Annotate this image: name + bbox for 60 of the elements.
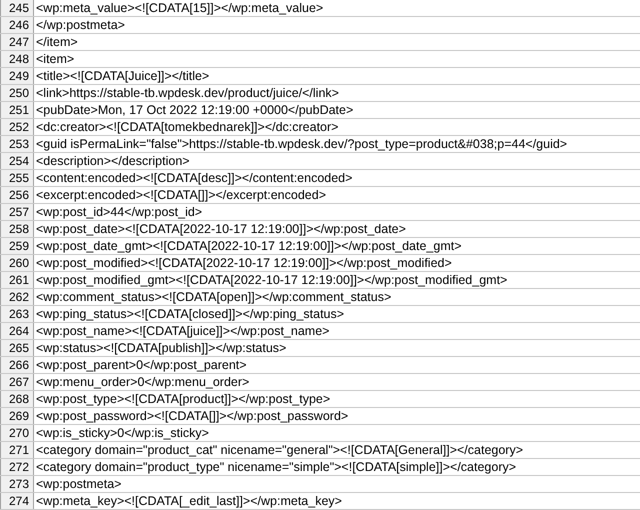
row-number: 251 (0, 102, 34, 118)
table-cell-text: <wp:post_modified><![CDATA[2022-10-17 12:19:00]]></wp:post_modified> (35, 255, 453, 271)
row-number: 271 (0, 442, 34, 458)
table-cell-text: <category domain="product_cat" nicename="general"><![CDATA[General]]></category> (35, 442, 524, 458)
table-cell-text: <wp:comment_status><![CDATA[open]]></wp:comment_status> (35, 289, 392, 305)
table-cell-text: <wp:ping_status><![CDATA[closed]]></wp:ping_status> (35, 306, 346, 322)
table-cell-text: <wp:post_modified_gmt><![CDATA[2022-10-17 12:19:00]]></wp:post_modified_gmt> (35, 272, 508, 288)
row-number: 273 (0, 476, 34, 492)
table-cell-text: <wp:post_date><![CDATA[2022-10-17 12:19:00]]></wp:post_date> (35, 221, 407, 237)
row-number: 247 (0, 34, 34, 50)
row-number: 268 (0, 391, 34, 407)
table-cell-text: </wp:postmeta> (35, 17, 126, 33)
row-number: 265 (0, 340, 34, 356)
table-cell-text: <wp:post_parent>0</wp:post_parent> (35, 357, 248, 373)
row-number: 261 (0, 272, 34, 288)
table-cell-text: <wp:post_date_gmt><![CDATA[2022-10-17 12:19:00]]></wp:post_date_gmt> (35, 238, 463, 254)
row-number: 254 (0, 153, 34, 169)
table-cell-text: <wp:post_type><![CDATA[product]]></wp:post_type> (35, 391, 332, 407)
table-cell-text: <wp:meta_key><![CDATA[_edit_last]]></wp:meta_key> (35, 493, 343, 509)
row-number: 267 (0, 374, 34, 390)
row-number: 248 (0, 51, 34, 67)
table-cell-text: <dc:creator><![CDATA[tomekbednarek]]></dc:creator> (35, 119, 340, 135)
row-number: 257 (0, 204, 34, 220)
table-cell-text: </item> (35, 34, 79, 50)
table-cell-text: <wp:post_password><![CDATA[]]></wp:post_password> (35, 408, 350, 424)
row-number: 262 (0, 289, 34, 305)
table-cell-text: <guid isPermaLink="false">https://stable-tb.wpdesk.dev/?post_type=product&#038;p=44</guid> (35, 136, 568, 152)
row-number: 274 (0, 493, 34, 509)
table-cell-text: <wp:status><![CDATA[publish]]></wp:status> (35, 340, 288, 356)
row-number: 270 (0, 425, 34, 441)
table-cell-text: <pubDate>Mon, 17 Oct 2022 12:19:00 +0000</pubDate> (35, 102, 354, 118)
table-cell-text: <content:encoded><![CDATA[desc]]></content:encoded> (35, 170, 354, 186)
row-number: 249 (0, 68, 34, 84)
table-cell-text: <description></description> (35, 153, 191, 169)
table-cell-text: <wp:is_sticky>0</wp:is_sticky> (35, 425, 210, 441)
row-number: 258 (0, 221, 34, 237)
row-number: 260 (0, 255, 34, 271)
table-cell-text: <link>https://stable-tb.wpdesk.dev/product/juice/</link> (35, 85, 340, 101)
row-number: 256 (0, 187, 34, 203)
row-number: 255 (0, 170, 34, 186)
row-number: 272 (0, 459, 34, 475)
row-number: 246 (0, 17, 34, 33)
row-number: 252 (0, 119, 34, 135)
table-cell-text: <item> (35, 51, 76, 67)
row-number: 269 (0, 408, 34, 424)
table-cell-text: <title><![CDATA[Juice]]></title> (35, 68, 210, 84)
table-cell-text: <wp:postmeta> (35, 476, 122, 492)
row-number: 245 (0, 0, 34, 16)
table-cell-text: <wp:menu_order>0</wp:menu_order> (35, 374, 250, 390)
table-cell-text: <category domain="product_type" nicename="simple"><![CDATA[simple]]></category> (35, 459, 518, 475)
table-cell-text: <wp:post_id>44</wp:post_id> (35, 204, 204, 220)
row-number: 264 (0, 323, 34, 339)
row-number: 266 (0, 357, 34, 373)
row-number: 259 (0, 238, 34, 254)
table-cell-text: <wp:post_name><![CDATA[juice]]></wp:post_name> (35, 323, 330, 339)
table-cell-text: <wp:meta_value><![CDATA[15]]></wp:meta_value> (35, 0, 324, 16)
row-number: 263 (0, 306, 34, 322)
table-cell-text: <excerpt:encoded><![CDATA[]]></excerpt:encoded> (35, 187, 327, 203)
row-number: 253 (0, 136, 34, 152)
row-number: 250 (0, 85, 34, 101)
